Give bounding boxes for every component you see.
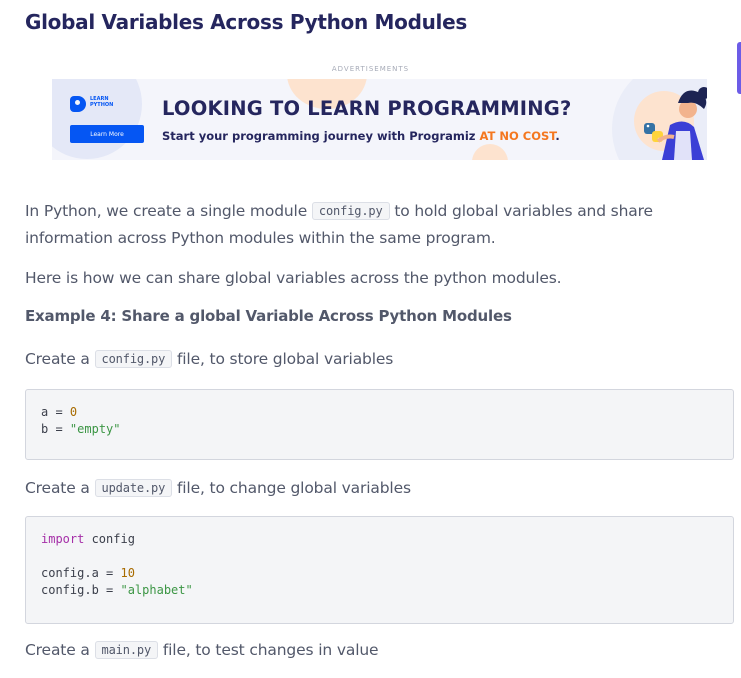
- inline-code-config: config.py: [94, 350, 173, 368]
- code-line: config.b = "alphabet": [41, 582, 718, 599]
- ad-subtext-suffix: .: [555, 129, 560, 143]
- inline-code-update: update.py: [94, 479, 173, 497]
- code-line: b = "empty": [41, 421, 718, 438]
- ad-headline: LOOKING TO LEARN PROGRAMMING?: [162, 97, 572, 120]
- step-update-paragraph: Create a update.py file, to change globa…: [25, 475, 411, 502]
- code-block-update[interactable]: import config config.a = 10 config.b = "…: [25, 516, 734, 624]
- step-text-after: file, to test changes in value: [158, 641, 379, 659]
- code-number: 10: [120, 566, 135, 580]
- advertisements-label: ADVERTISEMENTS: [331, 65, 410, 73]
- code-string: "alphabet": [120, 583, 193, 597]
- code-operator: =: [98, 583, 121, 597]
- step-main-paragraph: Create a main.py file, to test changes i…: [25, 637, 379, 664]
- example-heading: Example 4: Share a global Variable Acros…: [25, 307, 512, 325]
- code-var: config.b: [41, 583, 99, 597]
- decor-blob: [472, 144, 508, 160]
- code-number: 0: [69, 405, 78, 419]
- decor-blob: [52, 79, 142, 159]
- programiz-logo-icon: [70, 96, 86, 112]
- ad-banner[interactable]: LEARN PYTHON Learn More LOOKING TO LEARN…: [52, 79, 707, 160]
- code-line: config.a = 10: [41, 565, 718, 582]
- step-text-after: file, to store global variables: [172, 350, 394, 368]
- step-text-before: Create a: [25, 350, 95, 368]
- code-operator: =: [48, 422, 70, 436]
- logo-text: LEARN PYTHON: [90, 96, 113, 108]
- intro-paragraph: In Python, we create a single module con…: [25, 198, 725, 252]
- inline-code-main: main.py: [94, 641, 159, 659]
- logo-line-2: PYTHON: [90, 102, 114, 108]
- code-block-config[interactable]: a = 0 b = "empty": [25, 389, 734, 460]
- step-text-before: Create a: [25, 641, 95, 659]
- learn-more-button[interactable]: Learn More: [70, 125, 144, 143]
- code-operator: =: [98, 566, 121, 580]
- intro-text-before: In Python, we create a single module: [25, 202, 312, 220]
- step-text-before: Create a: [25, 479, 95, 497]
- code-operator: =: [48, 405, 70, 419]
- woman-with-python-logo-illustration: [634, 87, 707, 160]
- ad-subtext: Start your programming journey with Prog…: [162, 129, 560, 143]
- code-var: config.a: [41, 566, 99, 580]
- ad-subtext-prefix: Start your programming journey with Prog…: [162, 129, 480, 143]
- code-string: "empty": [69, 422, 121, 436]
- ad-subtext-highlight: AT NO COST: [479, 129, 556, 143]
- step-text-after: file, to change global variables: [172, 479, 411, 497]
- code-line: import config: [41, 531, 718, 548]
- share-paragraph: Here is how we can share global variable…: [25, 269, 562, 287]
- code-line: a = 0: [41, 404, 718, 421]
- code-text: config: [84, 532, 135, 546]
- page-title: Global Variables Across Python Modules: [25, 10, 467, 34]
- code-keyword: import: [41, 532, 85, 546]
- inline-code-config: config.py: [311, 202, 390, 220]
- step-config-paragraph: Create a config.py file, to store global…: [25, 346, 393, 373]
